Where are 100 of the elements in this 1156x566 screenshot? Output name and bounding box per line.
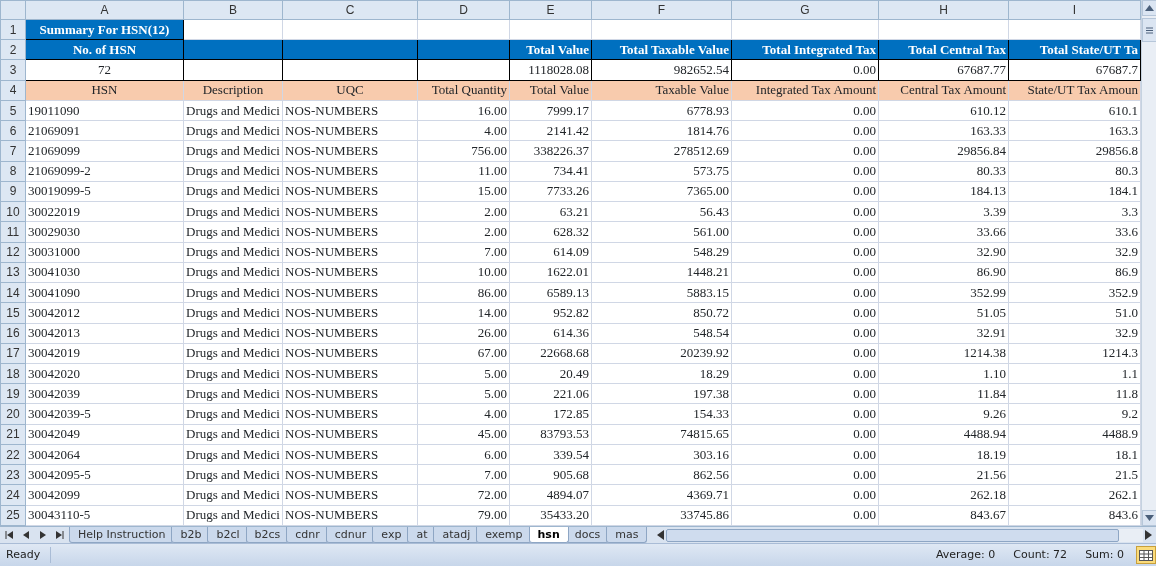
scroll-down-icon[interactable] bbox=[1142, 510, 1156, 526]
column-header[interactable]: G bbox=[731, 0, 879, 20]
table-cell: NOS-NUMBERS bbox=[282, 444, 418, 465]
sheet-tab[interactable]: b2cl bbox=[207, 527, 249, 543]
table-cell: 548.54 bbox=[591, 323, 732, 344]
table-cell: 154.33 bbox=[591, 403, 732, 425]
row-number[interactable]: 6 bbox=[0, 120, 26, 141]
table-cell: 0.00 bbox=[731, 282, 879, 303]
table-cell: 21069099-2 bbox=[25, 161, 184, 182]
table-cell: 221.06 bbox=[509, 383, 592, 404]
row-number[interactable]: 17 bbox=[0, 343, 26, 364]
table-cell: 5.00 bbox=[417, 363, 510, 384]
row-number[interactable]: 21 bbox=[0, 424, 26, 445]
row-number[interactable]: 3 bbox=[0, 59, 26, 81]
table-cell: 0.00 bbox=[731, 403, 879, 425]
row-number[interactable]: 2 bbox=[0, 39, 26, 60]
table-cell: 7999.17 bbox=[509, 100, 592, 121]
column-header[interactable]: C bbox=[282, 0, 418, 20]
table-cell: 86.90 bbox=[878, 262, 1009, 283]
table-cell: Drugs and Medici bbox=[183, 242, 283, 263]
scroll-thumb[interactable] bbox=[1142, 18, 1156, 42]
row-number[interactable]: 11 bbox=[0, 221, 26, 243]
table-cell: 1622.01 bbox=[509, 262, 592, 283]
table-cell: 1214.3 bbox=[1008, 343, 1141, 364]
table-cell: 21.5 bbox=[1008, 464, 1141, 485]
table-cell: 30019099-5 bbox=[25, 181, 184, 202]
normal-view-icon[interactable] bbox=[1136, 546, 1156, 564]
table-cell: 2.00 bbox=[417, 221, 510, 243]
row-number[interactable]: 10 bbox=[0, 201, 26, 222]
table-cell: 7.00 bbox=[417, 464, 510, 485]
row-number[interactable]: 8 bbox=[0, 161, 26, 182]
row-number[interactable]: 18 bbox=[0, 363, 26, 384]
row-number[interactable]: 16 bbox=[0, 323, 26, 344]
summary-value: 1118028.08 bbox=[509, 59, 592, 81]
row-number[interactable]: 4 bbox=[0, 80, 26, 101]
table-cell: 0.00 bbox=[731, 120, 879, 141]
table-cell: 18.1 bbox=[1008, 444, 1141, 465]
table-cell: Drugs and Medici bbox=[183, 323, 283, 344]
row-number[interactable]: 23 bbox=[0, 464, 26, 485]
sheet-tab[interactable]: hsn bbox=[528, 527, 569, 543]
table-cell: 184.1 bbox=[1008, 181, 1141, 202]
table-cell: 338226.37 bbox=[509, 140, 592, 162]
horizontal-scroll-thumb[interactable] bbox=[666, 528, 1120, 542]
table-cell: 30022019 bbox=[25, 201, 184, 222]
row-number[interactable]: 15 bbox=[0, 302, 26, 323]
row-number[interactable]: 7 bbox=[0, 140, 26, 162]
table-cell: 4894.07 bbox=[509, 484, 592, 506]
table-cell: 905.68 bbox=[509, 464, 592, 485]
table-cell: NOS-NUMBERS bbox=[282, 282, 418, 303]
table-cell: NOS-NUMBERS bbox=[282, 161, 418, 182]
table-cell: 0.00 bbox=[731, 363, 879, 384]
summary-value: 67687.77 bbox=[878, 59, 1009, 81]
table-cell: NOS-NUMBERS bbox=[282, 302, 418, 323]
column-header[interactable]: F bbox=[591, 0, 732, 20]
table-cell: Drugs and Medici bbox=[183, 221, 283, 243]
row-number[interactable]: 19 bbox=[0, 383, 26, 404]
table-cell: 80.33 bbox=[878, 161, 1009, 182]
table-cell: NOS-NUMBERS bbox=[282, 383, 418, 404]
row-number[interactable]: 1 bbox=[0, 19, 26, 40]
table-cell: 86.00 bbox=[417, 282, 510, 303]
table-cell: 573.75 bbox=[591, 161, 732, 182]
table-cell: 79.00 bbox=[417, 505, 510, 526]
column-header[interactable]: H bbox=[878, 0, 1009, 20]
sheet-tab[interactable]: cdnr bbox=[286, 527, 329, 543]
table-cell: 3.39 bbox=[878, 201, 1009, 222]
table-cell: 197.38 bbox=[591, 383, 732, 404]
table-cell: 1814.76 bbox=[591, 120, 732, 141]
table-cell: NOS-NUMBERS bbox=[282, 120, 418, 141]
sheet-tab[interactable]: exemp bbox=[476, 527, 532, 543]
row-number[interactable]: 5 bbox=[0, 100, 26, 121]
column-header[interactable]: D bbox=[417, 0, 510, 20]
column-header[interactable]: A bbox=[25, 0, 184, 20]
sheet-tab[interactable]: mas bbox=[606, 527, 648, 543]
table-cell: 30029030 bbox=[25, 221, 184, 243]
column-header[interactable]: I bbox=[1008, 0, 1141, 20]
row-number[interactable]: 22 bbox=[0, 444, 26, 465]
column-header[interactable]: E bbox=[509, 0, 592, 20]
row-number[interactable]: 9 bbox=[0, 181, 26, 202]
table-cell: 303.16 bbox=[591, 444, 732, 465]
table-cell: 0.00 bbox=[731, 484, 879, 506]
row-number[interactable]: 25 bbox=[0, 505, 26, 526]
row-number[interactable]: 20 bbox=[0, 403, 26, 425]
row-number[interactable]: 14 bbox=[0, 282, 26, 303]
table-cell: 352.9 bbox=[1008, 282, 1141, 303]
summary-value: 72 bbox=[25, 59, 184, 81]
table-cell: 83793.53 bbox=[509, 424, 592, 445]
table-cell: 33.66 bbox=[878, 221, 1009, 243]
scroll-right-icon[interactable] bbox=[1145, 530, 1152, 540]
row-number[interactable]: 13 bbox=[0, 262, 26, 283]
table-cell: 6.00 bbox=[417, 444, 510, 465]
column-header[interactable]: B bbox=[183, 0, 283, 20]
row-number[interactable]: 24 bbox=[0, 484, 26, 506]
vertical-scrollbar[interactable] bbox=[1141, 0, 1156, 526]
table-cell: 172.85 bbox=[509, 403, 592, 425]
table-cell: NOS-NUMBERS bbox=[282, 100, 418, 121]
table-cell: 35433.20 bbox=[509, 505, 592, 526]
table-cell: 11.8 bbox=[1008, 383, 1141, 404]
row-number[interactable]: 12 bbox=[0, 242, 26, 263]
table-cell: 952.82 bbox=[509, 302, 592, 323]
scroll-up-icon[interactable] bbox=[1142, 0, 1156, 16]
